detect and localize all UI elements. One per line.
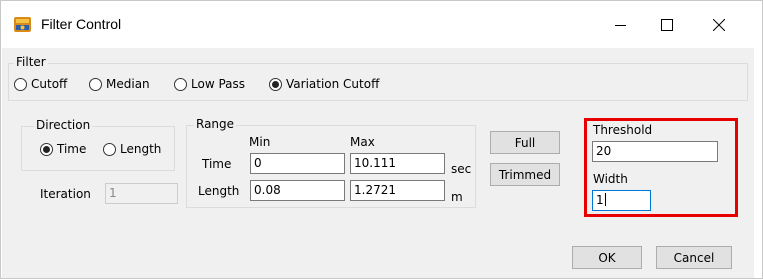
length-min-field[interactable]: 0.08	[250, 180, 345, 201]
radio-circle	[14, 77, 27, 91]
width-value: 1	[596, 193, 604, 207]
time-min-field[interactable]: 0	[250, 153, 345, 174]
length-max-field[interactable]: 1.2721	[350, 180, 445, 201]
iteration-field[interactable]: 1	[105, 183, 178, 204]
filter-radio-variation-cutoff[interactable]: Variation Cutoff	[269, 77, 379, 91]
filter-app-icon	[14, 17, 31, 32]
close-button[interactable]	[696, 2, 742, 48]
filter-group-label: Filter	[14, 55, 48, 69]
time-unit-label: sec	[451, 162, 472, 176]
radio-label: Median	[106, 77, 150, 91]
length-row-label: Length	[198, 184, 240, 198]
threshold-label: Threshold	[593, 123, 653, 137]
radio-label: Length	[120, 142, 162, 156]
filter-radio-median[interactable]: Median	[89, 77, 150, 91]
minimize-button[interactable]	[598, 2, 644, 48]
max-column-header: Max	[350, 135, 375, 149]
title-bar[interactable]: Filter Control	[2, 2, 755, 48]
direction-group-label: Direction	[34, 118, 93, 132]
maximize-button[interactable]	[644, 2, 690, 48]
radio-label: Time	[57, 142, 87, 156]
radio-circle	[103, 142, 116, 156]
range-group-label: Range	[194, 117, 237, 131]
time-row-label: Time	[202, 157, 232, 171]
radio-circle-selected	[269, 77, 282, 91]
text-caret	[604, 193, 606, 206]
length-unit-label: m	[451, 190, 463, 204]
cancel-button[interactable]: Cancel	[656, 246, 732, 269]
close-icon	[713, 19, 725, 31]
width-field[interactable]: 1	[592, 190, 651, 211]
dialog-body: Filter Cutoff Median Low Pass Variation …	[2, 48, 754, 278]
iteration-label: Iteration	[40, 187, 91, 201]
radio-circle	[174, 77, 187, 91]
filter-radio-low-pass[interactable]: Low Pass	[174, 77, 245, 91]
radio-label: Variation Cutoff	[286, 77, 380, 91]
direction-radio-time[interactable]: Time	[40, 142, 86, 156]
threshold-field[interactable]: 20	[592, 141, 718, 162]
window-title: Filter Control	[41, 16, 122, 32]
trimmed-button[interactable]: Trimmed	[490, 163, 560, 186]
radio-circle-selected	[40, 142, 53, 156]
filter-control-window: Filter Control Filter Cutoff Median Low …	[0, 0, 763, 279]
direction-radio-length[interactable]: Length	[103, 142, 161, 156]
time-max-field[interactable]: 10.111	[350, 153, 445, 174]
radio-label: Low Pass	[191, 77, 245, 91]
full-button[interactable]: Full	[490, 131, 560, 154]
min-column-header: Min	[249, 135, 271, 149]
ok-button[interactable]: OK	[572, 246, 642, 269]
radio-label: Cutoff	[31, 77, 68, 91]
radio-circle	[89, 77, 102, 91]
width-label: Width	[593, 172, 628, 186]
maximize-icon	[661, 19, 673, 31]
filter-radio-cutoff[interactable]: Cutoff	[14, 77, 67, 91]
minimize-icon	[615, 25, 626, 26]
